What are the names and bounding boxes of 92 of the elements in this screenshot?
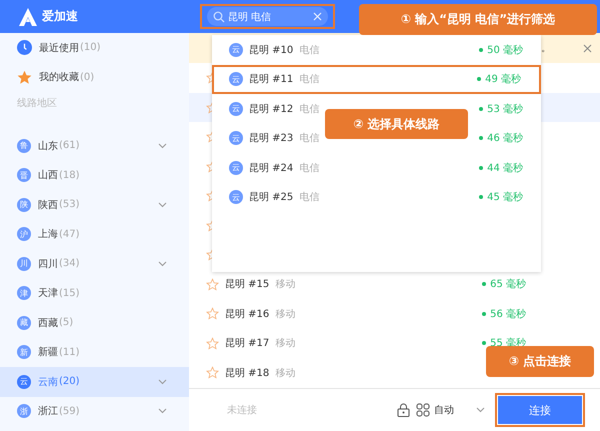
sidebar-item[interactable]: 我的收藏(0) bbox=[0, 62, 189, 92]
latency-label: 46 毫秒 bbox=[487, 132, 523, 146]
chevron-icon bbox=[476, 407, 485, 413]
server-name: 昆明 #15 bbox=[225, 278, 270, 292]
status-dot bbox=[479, 195, 484, 200]
server-name[interactable]: 昆明 #24 bbox=[249, 160, 294, 175]
status-dot bbox=[479, 106, 484, 111]
lock-icon[interactable] bbox=[397, 403, 410, 417]
server-name: 昆明 #17 bbox=[225, 337, 270, 350]
status-dot bbox=[477, 77, 482, 82]
carrier-label: 电信 bbox=[299, 44, 320, 57]
latency-label: 44 毫秒 bbox=[487, 162, 523, 175]
carrier-label: 电信 bbox=[299, 162, 320, 175]
server-name[interactable]: 昆明 #23 bbox=[249, 131, 294, 146]
sidebar-item[interactable]: 最近使用(10) bbox=[0, 33, 189, 62]
latency-label: 45 毫秒 bbox=[487, 190, 523, 204]
star-icon[interactable] bbox=[206, 278, 219, 291]
grid-icon bbox=[416, 403, 430, 417]
region-badge: 藏 bbox=[17, 316, 31, 330]
carrier-label: 移动 bbox=[275, 366, 296, 380]
latency-label: 49 毫秒 bbox=[485, 72, 521, 86]
connect-button[interactable]: 连接 bbox=[498, 396, 582, 424]
app-name: 爱加速 bbox=[42, 8, 78, 25]
region-badge: 云 bbox=[229, 72, 243, 86]
region-item[interactable]: 晋 山西(18) bbox=[0, 160, 189, 190]
region-item[interactable]: 藏 西藏(5) bbox=[0, 308, 189, 338]
region-badge: 津 bbox=[17, 286, 31, 300]
section-title: 线路地区 bbox=[16, 96, 58, 111]
region-badge: 云 bbox=[229, 42, 243, 57]
region-badge: 陕 bbox=[17, 198, 31, 212]
region-badge: 晋 bbox=[17, 168, 31, 182]
server-name[interactable]: 昆明 #10 bbox=[249, 42, 294, 57]
chevron-icon[interactable] bbox=[158, 142, 167, 149]
notice-text: 。 bbox=[541, 42, 551, 55]
region-item[interactable]: 新 新疆(11) bbox=[0, 338, 189, 367]
status-dot bbox=[479, 136, 484, 140]
region-badge: 沪 bbox=[17, 227, 31, 242]
search-icon bbox=[213, 10, 225, 22]
status-dot bbox=[482, 282, 486, 286]
carrier-label: 移动 bbox=[275, 278, 296, 292]
status-dot bbox=[479, 48, 484, 52]
carrier-label: 移动 bbox=[275, 308, 296, 321]
status-dot bbox=[479, 166, 484, 170]
logo-icon bbox=[18, 6, 38, 26]
chevron-icon[interactable] bbox=[158, 408, 167, 414]
latency-label: 53 毫秒 bbox=[487, 102, 523, 116]
close-icon[interactable] bbox=[583, 44, 592, 52]
region-badge: 鲁 bbox=[17, 138, 31, 153]
server-name[interactable]: 昆明 #25 bbox=[249, 190, 294, 204]
callout: ① 输入“昆明 电信”进行筛选 bbox=[359, 4, 597, 35]
carrier-label: 移动 bbox=[275, 337, 296, 350]
server-name[interactable]: 昆明 #11 bbox=[249, 72, 294, 86]
callout: ② 选择具体线路 bbox=[325, 109, 468, 139]
chevron-icon[interactable] bbox=[158, 202, 167, 208]
region-badge: 云 bbox=[229, 160, 243, 175]
region-badge: 云 bbox=[229, 190, 243, 204]
server-name: 昆明 #16 bbox=[225, 308, 270, 321]
server-name: 昆明 #18 bbox=[225, 366, 270, 380]
chevron-icon[interactable] bbox=[158, 260, 167, 267]
carrier-label: 电信 bbox=[299, 102, 320, 116]
region-badge: 云 bbox=[229, 102, 243, 116]
latency-label: 56 毫秒 bbox=[490, 308, 526, 321]
region-badge: 云 bbox=[229, 131, 243, 146]
clear-icon[interactable] bbox=[313, 12, 322, 21]
connection-status: 未连接 bbox=[227, 404, 257, 417]
region-badge: 川 bbox=[17, 256, 31, 271]
region-item[interactable]: 沪 上海(47) bbox=[0, 220, 189, 249]
clock-icon bbox=[17, 40, 32, 56]
callout: ③ 点击连接 bbox=[486, 346, 594, 377]
region-item[interactable]: 鲁 山东(61) bbox=[0, 131, 189, 160]
chevron-icon[interactable] bbox=[158, 378, 167, 385]
region-badge: 浙 bbox=[17, 404, 31, 418]
region-item[interactable]: 陕 陕西(53) bbox=[0, 190, 189, 220]
region-item[interactable]: 川 四川(34) bbox=[0, 249, 189, 278]
carrier-label: 电信 bbox=[299, 132, 320, 146]
latency-label: 50 毫秒 bbox=[487, 44, 523, 57]
star-icon bbox=[17, 70, 32, 85]
region-badge: 云 bbox=[17, 374, 31, 389]
star-icon[interactable] bbox=[206, 307, 219, 320]
mode-selector[interactable]: 自动 bbox=[416, 403, 485, 417]
carrier-label: 电信 bbox=[299, 190, 320, 204]
server-name[interactable]: 昆明 #12 bbox=[249, 102, 294, 116]
star-icon[interactable] bbox=[206, 366, 219, 380]
status-dot bbox=[482, 341, 486, 346]
region-item[interactable]: 云 云南(20) bbox=[0, 367, 189, 396]
status-dot bbox=[482, 312, 486, 316]
latency-label: 65 毫秒 bbox=[490, 278, 526, 292]
region-badge: 新 bbox=[17, 345, 31, 360]
carrier-label: 电信 bbox=[299, 72, 320, 86]
region-item[interactable]: 浙 浙江(59) bbox=[0, 396, 189, 426]
region-item[interactable]: 津 天津(15) bbox=[0, 278, 189, 308]
star-icon[interactable] bbox=[206, 336, 219, 350]
